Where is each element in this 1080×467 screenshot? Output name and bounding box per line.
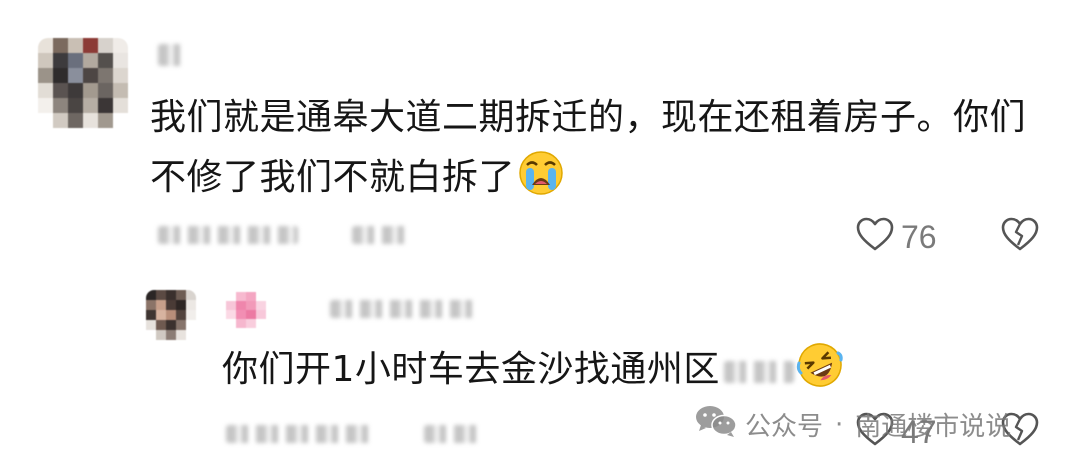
comment-body: 我们就是通皋大道二期拆迁的，现在还租着房子。你们 不修了我们不就白拆了	[150, 88, 1050, 208]
loudly-crying-face-icon	[517, 149, 565, 197]
comment-line-1: 我们就是通皋大道二期拆迁的，现在还租着房子。你们	[150, 97, 1027, 138]
comment-line-2: 不修了我们不就白拆了	[150, 148, 1050, 208]
comment-dislike-button[interactable]	[1000, 215, 1040, 259]
broken-heart-icon	[1000, 217, 1040, 259]
commenter-avatar[interactable]	[38, 38, 128, 128]
comment-reply-link[interactable]	[352, 226, 412, 244]
reply-body: 你们开1小时车去金沙找通州区	[222, 340, 922, 400]
rolling-on-floor-laughing-icon	[796, 341, 844, 389]
reply-avatar[interactable]	[146, 290, 196, 340]
comment-like-count: 76	[901, 218, 937, 255]
reply-username[interactable]	[330, 300, 480, 318]
watermark-separator: ·	[835, 409, 844, 440]
comment-timestamp	[158, 226, 298, 244]
comment-line-2-text: 不修了我们不就白拆了	[150, 157, 516, 198]
watermark-account: 南通楼市说说	[855, 412, 1012, 442]
heart-icon	[855, 215, 895, 259]
reply-timestamp	[226, 425, 376, 443]
reply-text: 你们开1小时车去金沙找通州区	[222, 349, 720, 390]
comment-like-button[interactable]: 76	[855, 215, 937, 259]
reply-reply-link[interactable]	[424, 425, 484, 443]
wechat-watermark: 公众号 · 南通楼市说说	[695, 404, 1011, 445]
wechat-icon	[695, 404, 737, 445]
comment-thread: 我们就是通皋大道二期拆迁的，现在还租着房子。你们 不修了我们不就白拆了 76 你…	[0, 0, 1080, 467]
watermark-label: 公众号	[745, 412, 824, 442]
commenter-username[interactable]	[158, 44, 186, 66]
reply-user-badge	[226, 292, 266, 328]
reply-text-obscured	[723, 361, 794, 383]
